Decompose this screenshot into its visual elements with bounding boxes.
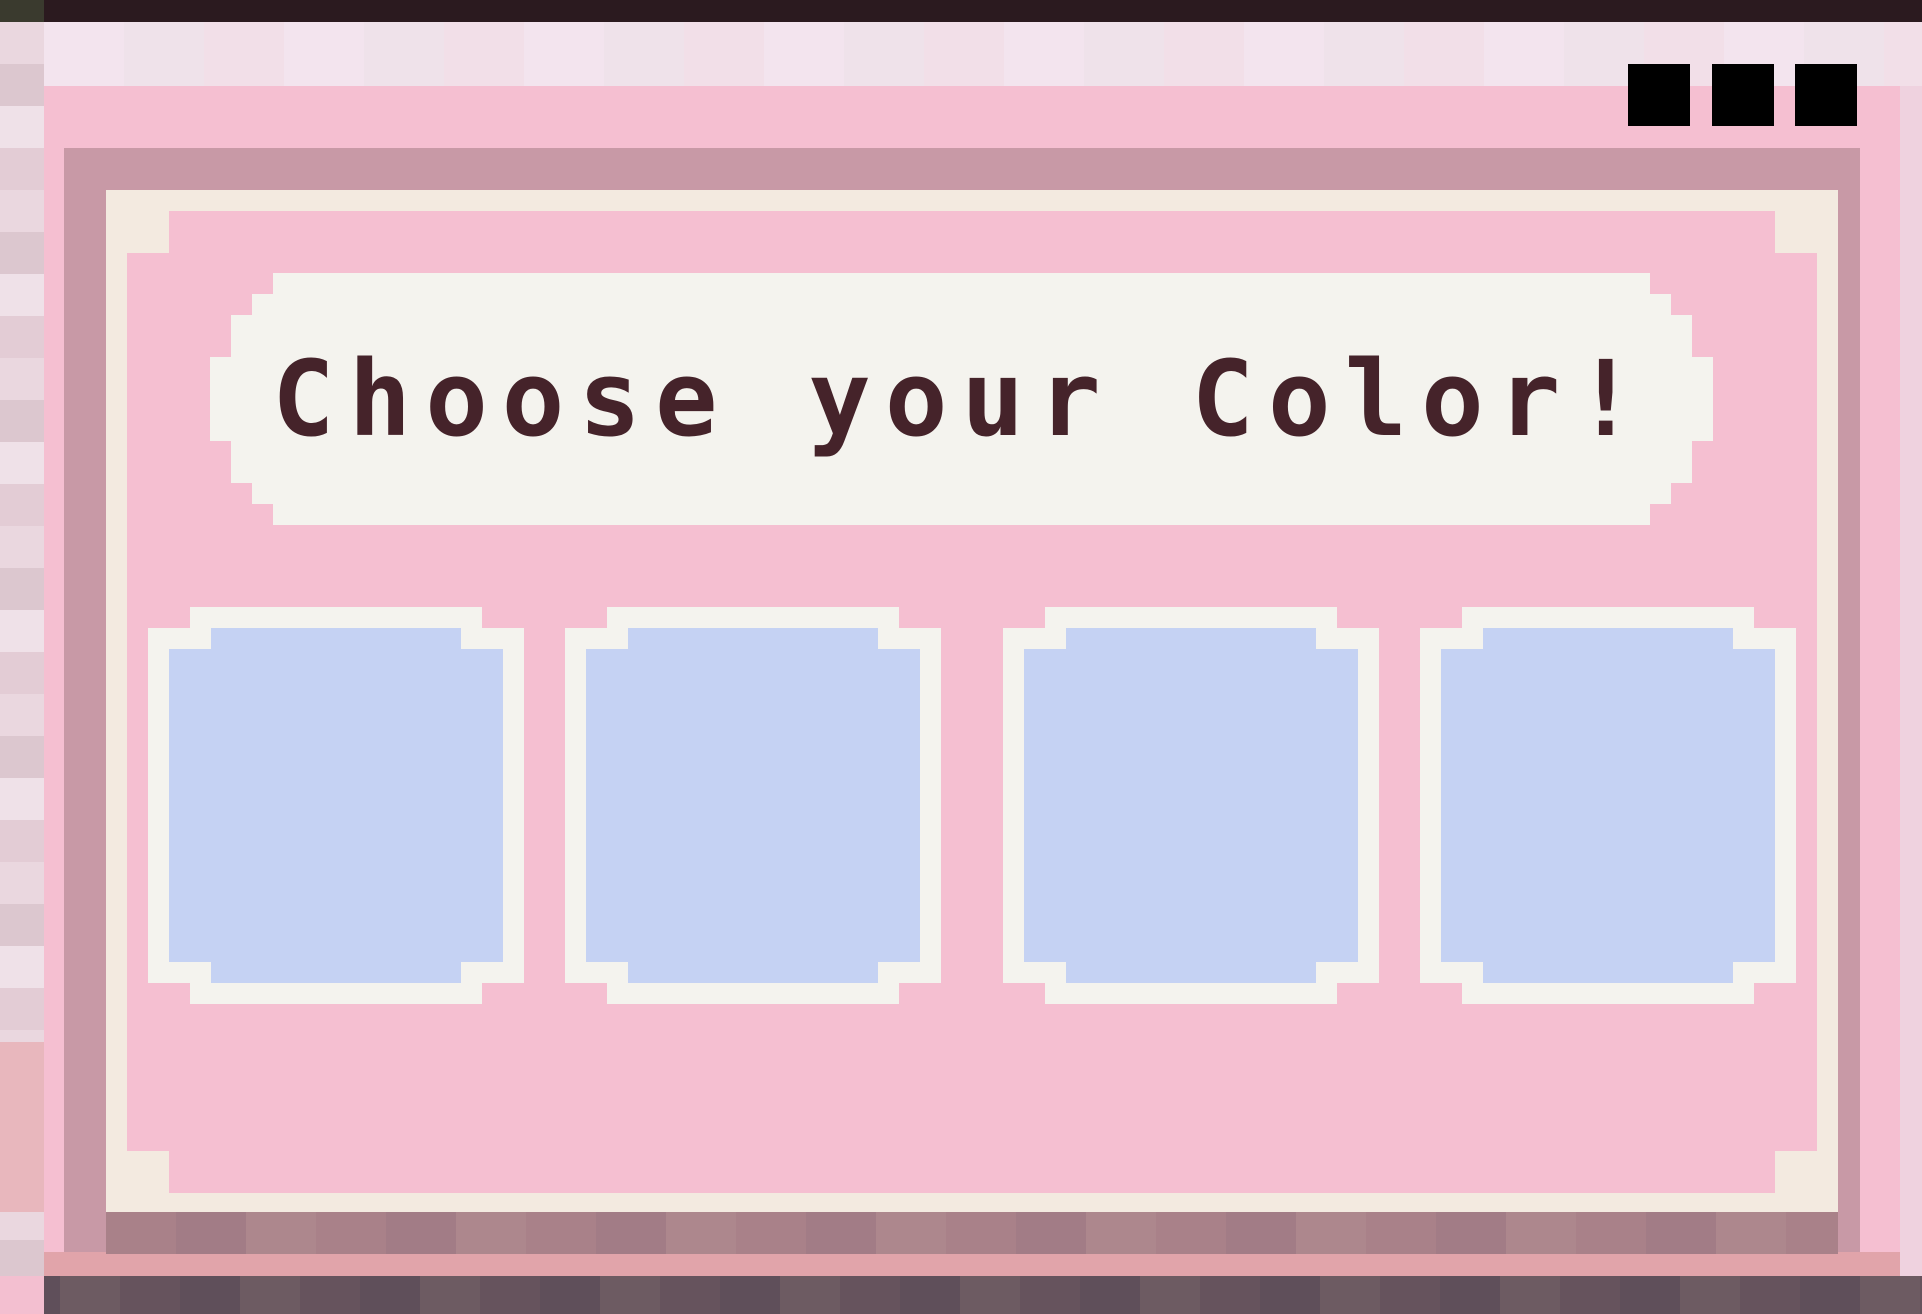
- right-border-strip: [1900, 86, 1922, 1276]
- left-border-strip: [0, 22, 44, 1276]
- color-swatch: [1024, 628, 1358, 983]
- color-slot-4[interactable]: [1420, 607, 1796, 1004]
- dialog-title: Choose your Color!: [271, 338, 1652, 460]
- window-control-button-2[interactable]: [1712, 64, 1774, 126]
- top-bar: [0, 0, 1922, 22]
- color-swatch: [586, 628, 920, 983]
- dialog-footer-shadow: [106, 1212, 1838, 1254]
- color-slot-1[interactable]: [148, 607, 524, 1004]
- color-slot-2[interactable]: [565, 607, 941, 1004]
- window-control-button-1[interactable]: [1628, 64, 1690, 126]
- bottom-bar: [0, 1276, 1922, 1314]
- color-swatch: [169, 628, 503, 983]
- color-swatch: [1441, 628, 1775, 983]
- window-control-button-3[interactable]: [1795, 64, 1857, 126]
- bottom-highlight: [44, 1252, 1900, 1276]
- color-slot-3[interactable]: [1003, 607, 1379, 1004]
